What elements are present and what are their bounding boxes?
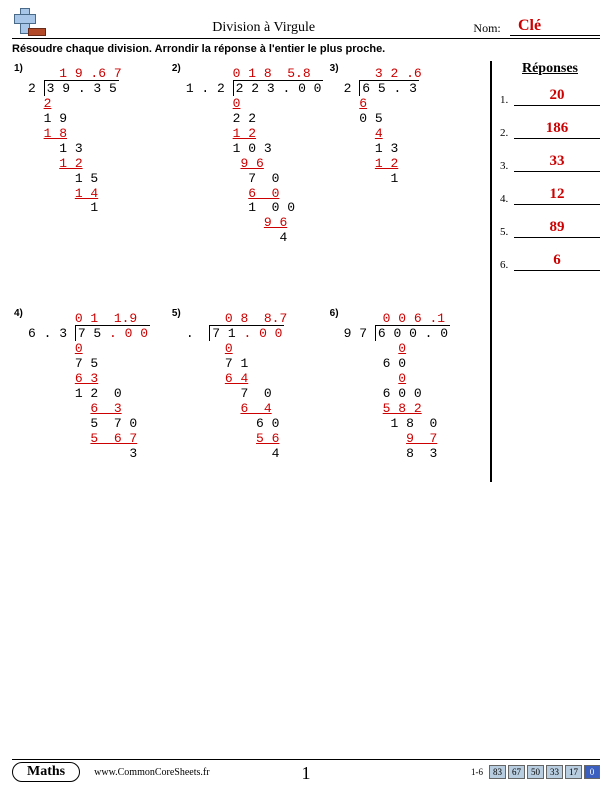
long-division: 0 0 6 .1 9 7 6 0 0 . 0 0 6 0 0 6 0 0 5 8… xyxy=(344,312,482,461)
problems-area: 1) 1 9 .6 7 2 3 9 . 3 5 2 1 9 1 8 1 3 1 … xyxy=(12,61,486,482)
logo-icon xyxy=(12,8,46,36)
long-division: 0 1 8 5.8 1 . 2 2 2 3 . 0 0 0 2 2 1 2 1 … xyxy=(186,67,324,246)
long-division: 3 2 .6 2 6 5 . 3 6 0 5 4 1 3 1 2 1 xyxy=(344,67,482,187)
long-division: 0 1 1.9 6 . 3 7 5 . 0 0 0 7 5 6 3 1 2 0 … xyxy=(28,312,166,461)
page-number: 1 xyxy=(302,763,311,784)
answers-heading: Réponses xyxy=(500,61,600,77)
problem-6: 6) 0 0 6 .1 9 7 6 0 0 . 0 0 6 0 0 6 0 0 … xyxy=(328,306,486,481)
question-range: 1-6 xyxy=(471,767,483,777)
long-division: 0 8 8.7 . 7 1 . 0 0 0 7 1 6 4 7 0 6 4 6 … xyxy=(186,312,324,461)
score-strip: 1-6 83 67 50 33 17 0 xyxy=(471,765,600,779)
answer-line: 4.12 xyxy=(500,186,600,205)
instruction: Résoudre chaque division. Arrondir la ré… xyxy=(12,43,600,55)
score-cell: 17 xyxy=(565,765,582,779)
problem-3: 3) 3 2 .6 2 6 5 . 3 6 0 5 4 1 3 1 2 1 xyxy=(328,61,486,266)
answers-panel: Réponses 1.20 2.186 3.33 4.12 5.89 6.6 xyxy=(490,61,600,482)
page-title: Division à Virgule xyxy=(54,20,473,36)
answer-line: 1.20 xyxy=(500,87,600,106)
problem-number: 3) xyxy=(330,63,339,74)
header-bar: Division à Virgule Nom: Clé xyxy=(12,8,600,39)
score-cell: 50 xyxy=(527,765,544,779)
problem-1: 1) 1 9 .6 7 2 3 9 . 3 5 2 1 9 1 8 1 3 1 … xyxy=(12,61,170,266)
name-field: Nom: Clé xyxy=(473,17,600,36)
subject-badge: Maths xyxy=(12,762,80,782)
answer-line: 2.186 xyxy=(500,120,600,139)
answer-line: 6.6 xyxy=(500,252,600,271)
score-cell: 33 xyxy=(546,765,563,779)
name-label: Nom: xyxy=(473,21,500,35)
problem-4: 4) 0 1 1.9 6 . 3 7 5 . 0 0 0 7 5 6 3 1 2… xyxy=(12,306,170,481)
problem-number: 5) xyxy=(172,308,181,319)
answer-line: 5.89 xyxy=(500,219,600,238)
problem-5: 5) 0 8 8.7 . 7 1 . 0 0 0 7 1 6 4 7 0 6 4… xyxy=(170,306,328,481)
score-cell: 67 xyxy=(508,765,525,779)
footer: Maths www.CommonCoreSheets.fr 1 1-6 83 6… xyxy=(12,759,600,782)
name-value: Clé xyxy=(510,17,600,36)
problem-number: 1) xyxy=(14,63,23,74)
footer-url: www.CommonCoreSheets.fr xyxy=(94,767,209,778)
score-cell: 83 xyxy=(489,765,506,779)
answer-line: 3.33 xyxy=(500,153,600,172)
long-division: 1 9 .6 7 2 3 9 . 3 5 2 1 9 1 8 1 3 1 2 1… xyxy=(28,67,166,216)
problem-number: 4) xyxy=(14,308,23,319)
problem-number: 6) xyxy=(330,308,339,319)
problem-2: 2) 0 1 8 5.8 1 . 2 2 2 3 . 0 0 0 2 2 1 2… xyxy=(170,61,328,266)
score-cell: 0 xyxy=(584,765,600,779)
problem-number: 2) xyxy=(172,63,181,74)
